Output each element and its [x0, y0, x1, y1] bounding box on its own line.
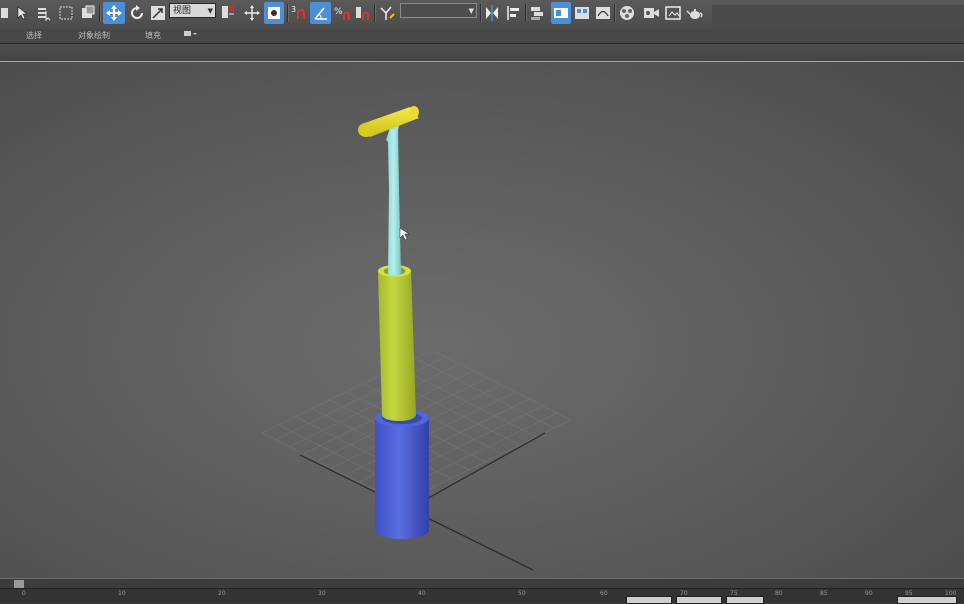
chevron-down-icon: ▼	[207, 7, 213, 15]
tick-label: 60	[600, 590, 608, 597]
toggle-ribbon-icon[interactable]	[573, 2, 591, 24]
named-selection-set-dropdown[interactable]: ▼	[400, 3, 477, 18]
time-slider-handle[interactable]	[14, 580, 24, 588]
add-time-tag-field[interactable]	[897, 596, 957, 604]
ribbon-tab-bar: 选择 对象绘制 填充	[0, 29, 964, 44]
select-by-name-icon[interactable]	[36, 2, 52, 24]
select-object-icon[interactable]	[14, 2, 30, 24]
y-coordinate-field[interactable]	[676, 596, 722, 604]
reference-coordinate-dropdown[interactable]: 视图 ▼	[169, 3, 216, 18]
tick-label: 40	[418, 590, 426, 597]
perspective-viewport[interactable]	[0, 62, 964, 578]
main-toolbar: 视图 ▼ 3 % ▼	[0, 0, 964, 30]
select-and-scale-icon[interactable]	[149, 2, 167, 24]
tab-populate[interactable]: 填充	[145, 30, 161, 41]
render-setup-icon[interactable]	[641, 2, 661, 24]
align-icon[interactable]	[505, 2, 523, 24]
angle-snap-toggle-icon[interactable]	[310, 2, 331, 24]
tab-selection[interactable]: 选择	[26, 30, 42, 41]
handle-crossbar[interactable]	[358, 106, 419, 137]
reference-coordinate-value: 视图	[173, 6, 192, 16]
z-coordinate-field[interactable]	[726, 596, 764, 604]
percent-snap-icon[interactable]: %	[333, 2, 351, 24]
mouse-cursor-icon	[399, 227, 410, 241]
ribbon-options-icon[interactable]	[184, 30, 198, 40]
tick-label: 90	[865, 590, 873, 597]
tick-label: 30	[318, 590, 326, 597]
tab-object-paint[interactable]: 对象绘制	[78, 30, 110, 41]
tick-label: 85	[820, 590, 828, 597]
rendered-frame-window-icon[interactable]	[663, 2, 683, 24]
snaps-toggle-icon[interactable]: 3	[290, 2, 308, 24]
panel-icon[interactable]	[0, 2, 10, 24]
mirror-icon[interactable]	[483, 2, 501, 24]
x-coordinate-field[interactable]	[626, 596, 672, 604]
toggle-scene-explorer-icon[interactable]	[528, 2, 546, 24]
select-and-move-icon[interactable]	[103, 2, 125, 24]
toolbar-empty-area	[712, 5, 964, 29]
tick-label: 20	[218, 590, 226, 597]
tick-label: 50	[518, 590, 526, 597]
svg-text:%: %	[334, 7, 343, 17]
tick-label: 10	[118, 590, 126, 597]
curve-editor-icon[interactable]	[594, 2, 612, 24]
tick-label: 0	[22, 590, 26, 597]
pivot-center-icon[interactable]	[219, 2, 237, 24]
base-cylinder[interactable]	[375, 409, 429, 539]
track-bar[interactable]: 0 10 20 30 40 50 60 70 75 80 85 90 95 10…	[0, 588, 964, 603]
viewport-scene	[261, 106, 572, 571]
ribbon-panel	[0, 44, 964, 63]
toggle-layer-explorer-icon[interactable]	[551, 2, 571, 24]
middle-tube[interactable]	[378, 265, 416, 421]
edit-named-selection-icon[interactable]	[378, 2, 396, 24]
tick-label: 80	[775, 590, 783, 597]
chevron-down-icon: ▼	[468, 7, 474, 15]
window-crossing-icon[interactable]	[79, 2, 96, 24]
select-and-rotate-icon[interactable]	[128, 2, 146, 24]
svg-text:3: 3	[291, 5, 296, 14]
inner-rod[interactable]	[386, 118, 401, 275]
keyboard-shortcut-override-icon[interactable]	[264, 2, 284, 24]
rectangular-selection-icon[interactable]	[57, 2, 74, 24]
spinner-snap-icon[interactable]	[354, 2, 372, 24]
render-production-teapot-icon[interactable]	[685, 2, 705, 24]
material-editor-icon[interactable]	[617, 2, 637, 24]
manipulate-icon[interactable]	[242, 2, 262, 24]
